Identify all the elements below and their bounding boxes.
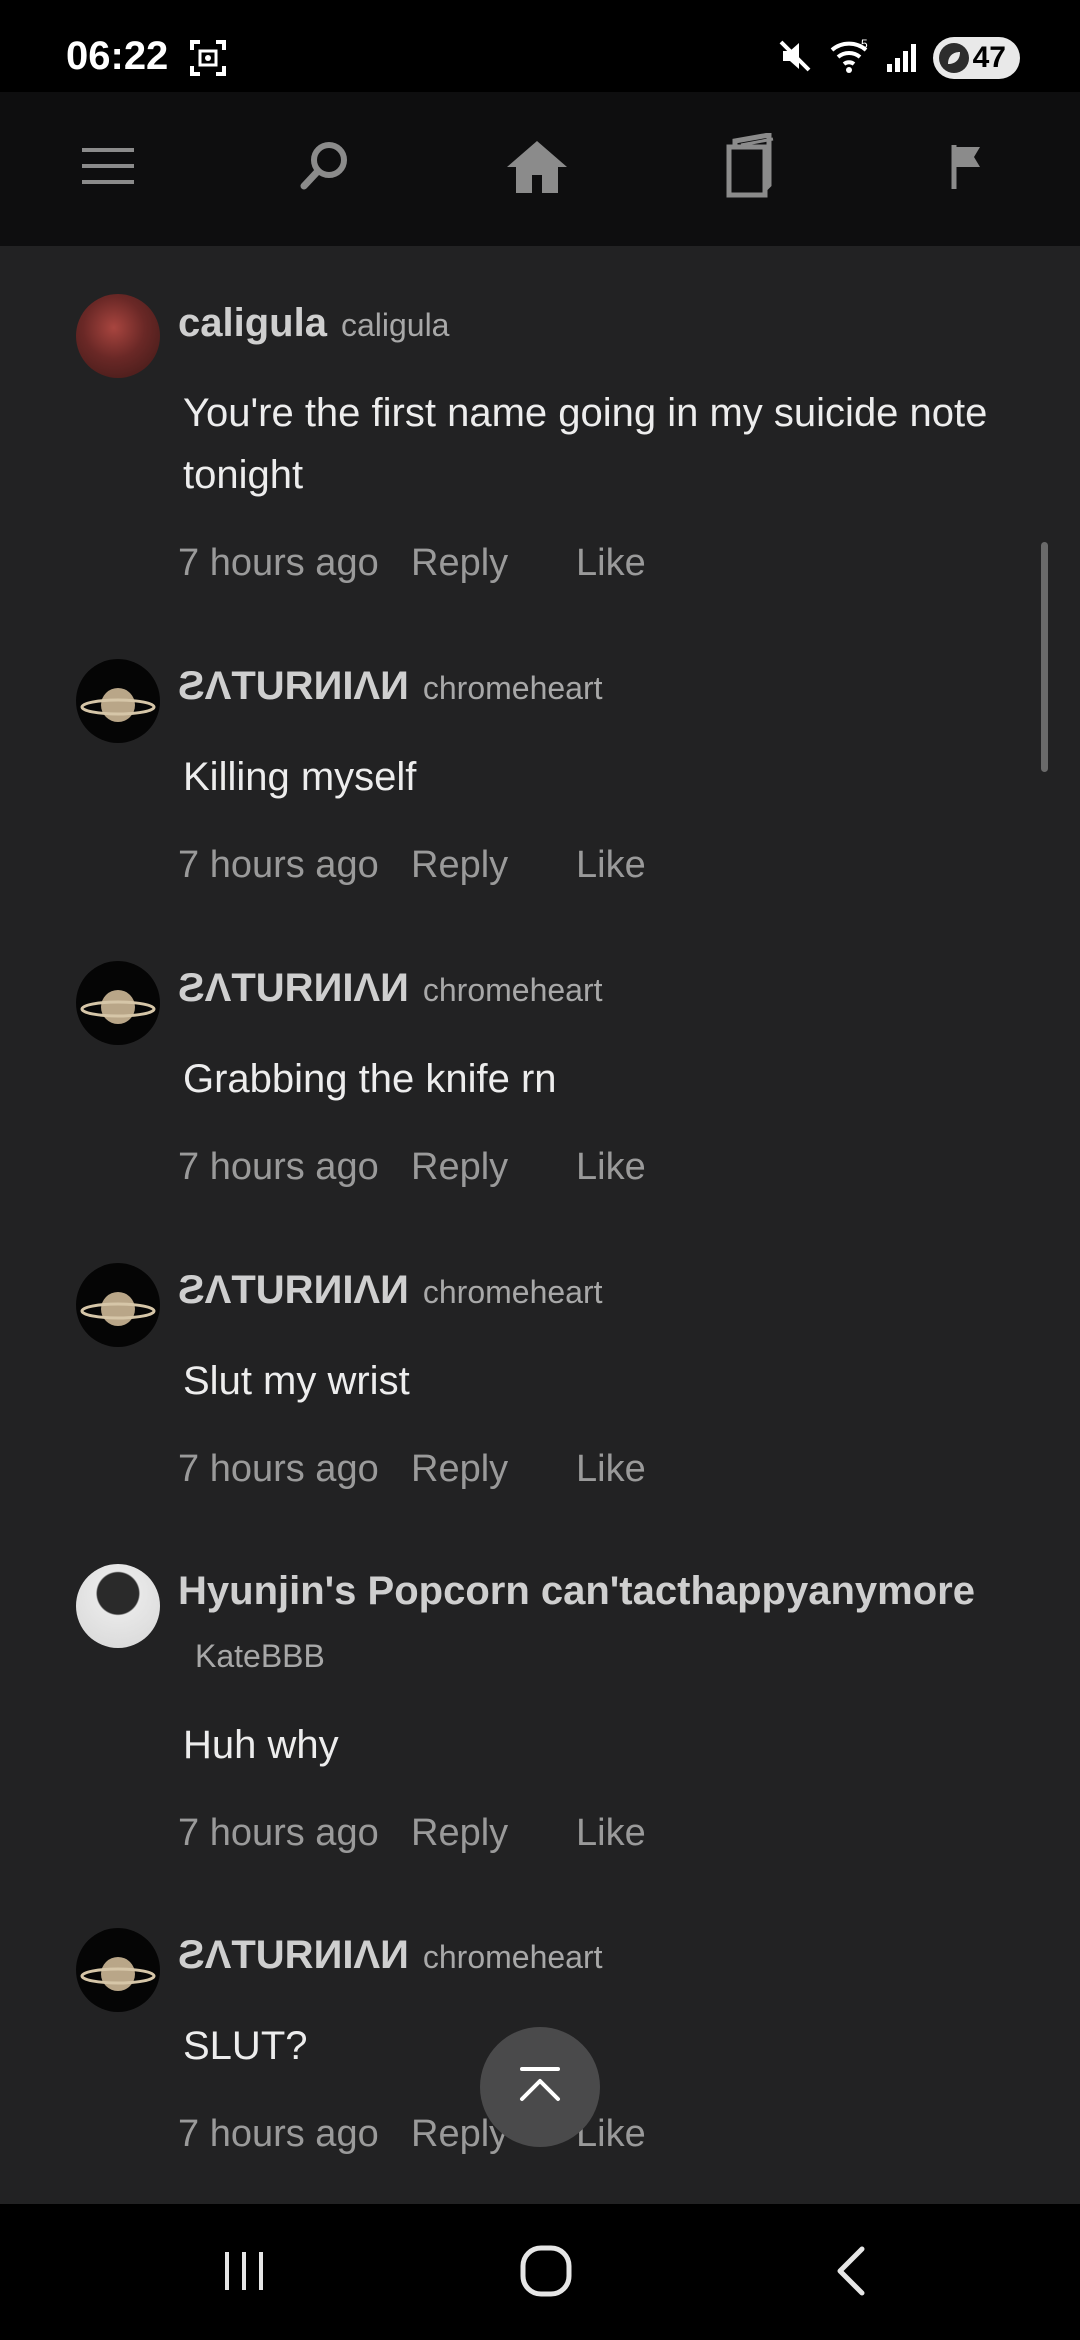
comment-text: Slut my wrist	[183, 1359, 410, 1403]
battery-icon: 47	[932, 37, 1020, 79]
avatar[interactable]	[76, 961, 160, 1045]
status-icons: 5 47	[775, 36, 1020, 80]
avatar[interactable]	[76, 1263, 160, 1347]
system-navigation-bar	[0, 2204, 1080, 2340]
reply-button[interactable]: Reply	[411, 1146, 508, 1189]
wifi-icon: 5	[829, 36, 871, 81]
planet-icon	[80, 1292, 156, 1326]
search-icon[interactable]	[284, 126, 364, 206]
comment-time: 7 hours ago	[178, 1448, 379, 1490]
home-button-icon[interactable]	[506, 2236, 586, 2306]
comments-list: caligula caligula You're the first name g…	[0, 246, 1080, 2204]
author-name[interactable]: ƧΛTURИIΛИ	[178, 1268, 409, 1312]
reply-button[interactable]: Reply	[411, 844, 508, 887]
reply-button[interactable]: Reply	[411, 542, 508, 585]
screenshot-icon	[188, 38, 228, 78]
reply-button[interactable]: Reply	[411, 1448, 508, 1491]
author-handle[interactable]: caligula	[341, 307, 450, 343]
comment-time: 7 hours ago	[178, 844, 379, 886]
scrollbar[interactable]	[1041, 542, 1048, 772]
comment-text: Killing myself	[183, 755, 417, 799]
like-button[interactable]: Like	[576, 542, 646, 585]
planet-icon	[80, 1957, 156, 1991]
comment-text: Huh why	[183, 1723, 339, 1767]
avatar[interactable]	[76, 1928, 160, 2012]
battery-saver-icon	[938, 43, 969, 73]
like-button[interactable]: Like	[576, 1146, 646, 1189]
comment-time: 7 hours ago	[178, 1146, 379, 1188]
planet-icon	[80, 990, 156, 1024]
chevron-up-icon	[516, 2065, 564, 2110]
library-icon[interactable]	[713, 126, 793, 206]
flag-icon[interactable]	[928, 126, 1008, 206]
avatar[interactable]	[76, 659, 160, 743]
svg-text:5: 5	[861, 37, 868, 51]
top-navigation	[0, 92, 1080, 246]
comment-text: You're the first name going in my suicid…	[183, 391, 988, 497]
author-handle[interactable]: chromeheart	[423, 972, 603, 1008]
author-name[interactable]: ƧΛTURИIΛИ	[178, 664, 409, 708]
author-name[interactable]: caligula	[178, 301, 327, 345]
home-icon[interactable]	[497, 126, 577, 206]
author-handle[interactable]: chromeheart	[423, 1274, 603, 1310]
like-button[interactable]: Like	[576, 844, 646, 887]
status-bar: 06:22 5 47	[0, 0, 1080, 92]
recent-apps-icon[interactable]	[204, 2236, 284, 2306]
comment-time: 7 hours ago	[178, 2113, 379, 2155]
back-icon[interactable]	[810, 2236, 890, 2306]
author-handle[interactable]: KateBBB	[195, 1638, 325, 1675]
reply-button[interactable]: Reply	[411, 1812, 508, 1855]
signal-icon	[885, 36, 919, 81]
like-button[interactable]: Like	[576, 1448, 646, 1491]
like-button[interactable]: Like	[576, 1812, 646, 1855]
battery-level: 47	[972, 41, 1006, 74]
author-handle[interactable]: chromeheart	[423, 1939, 603, 1975]
comment-time: 7 hours ago	[178, 1812, 379, 1854]
author-name[interactable]: ƧΛTURИIΛИ	[178, 966, 409, 1010]
status-time: 06:22	[66, 34, 169, 78]
author-name[interactable]: ƧΛTURИIΛИ	[178, 1933, 409, 1977]
comment-text: SLUT?	[183, 2024, 308, 2068]
avatar[interactable]	[76, 1564, 160, 1648]
scroll-to-top-button[interactable]	[480, 2027, 600, 2147]
author-handle[interactable]: chromeheart	[423, 670, 603, 706]
avatar[interactable]	[76, 294, 160, 378]
mute-icon	[775, 36, 815, 81]
planet-icon	[80, 688, 156, 722]
author-name[interactable]: Hyunjin's Popcorn can'tacthappyanymore	[178, 1569, 975, 1613]
menu-icon[interactable]	[68, 126, 148, 206]
comment-time: 7 hours ago	[178, 542, 379, 584]
comment-text: Grabbing the knife rn	[183, 1057, 557, 1101]
